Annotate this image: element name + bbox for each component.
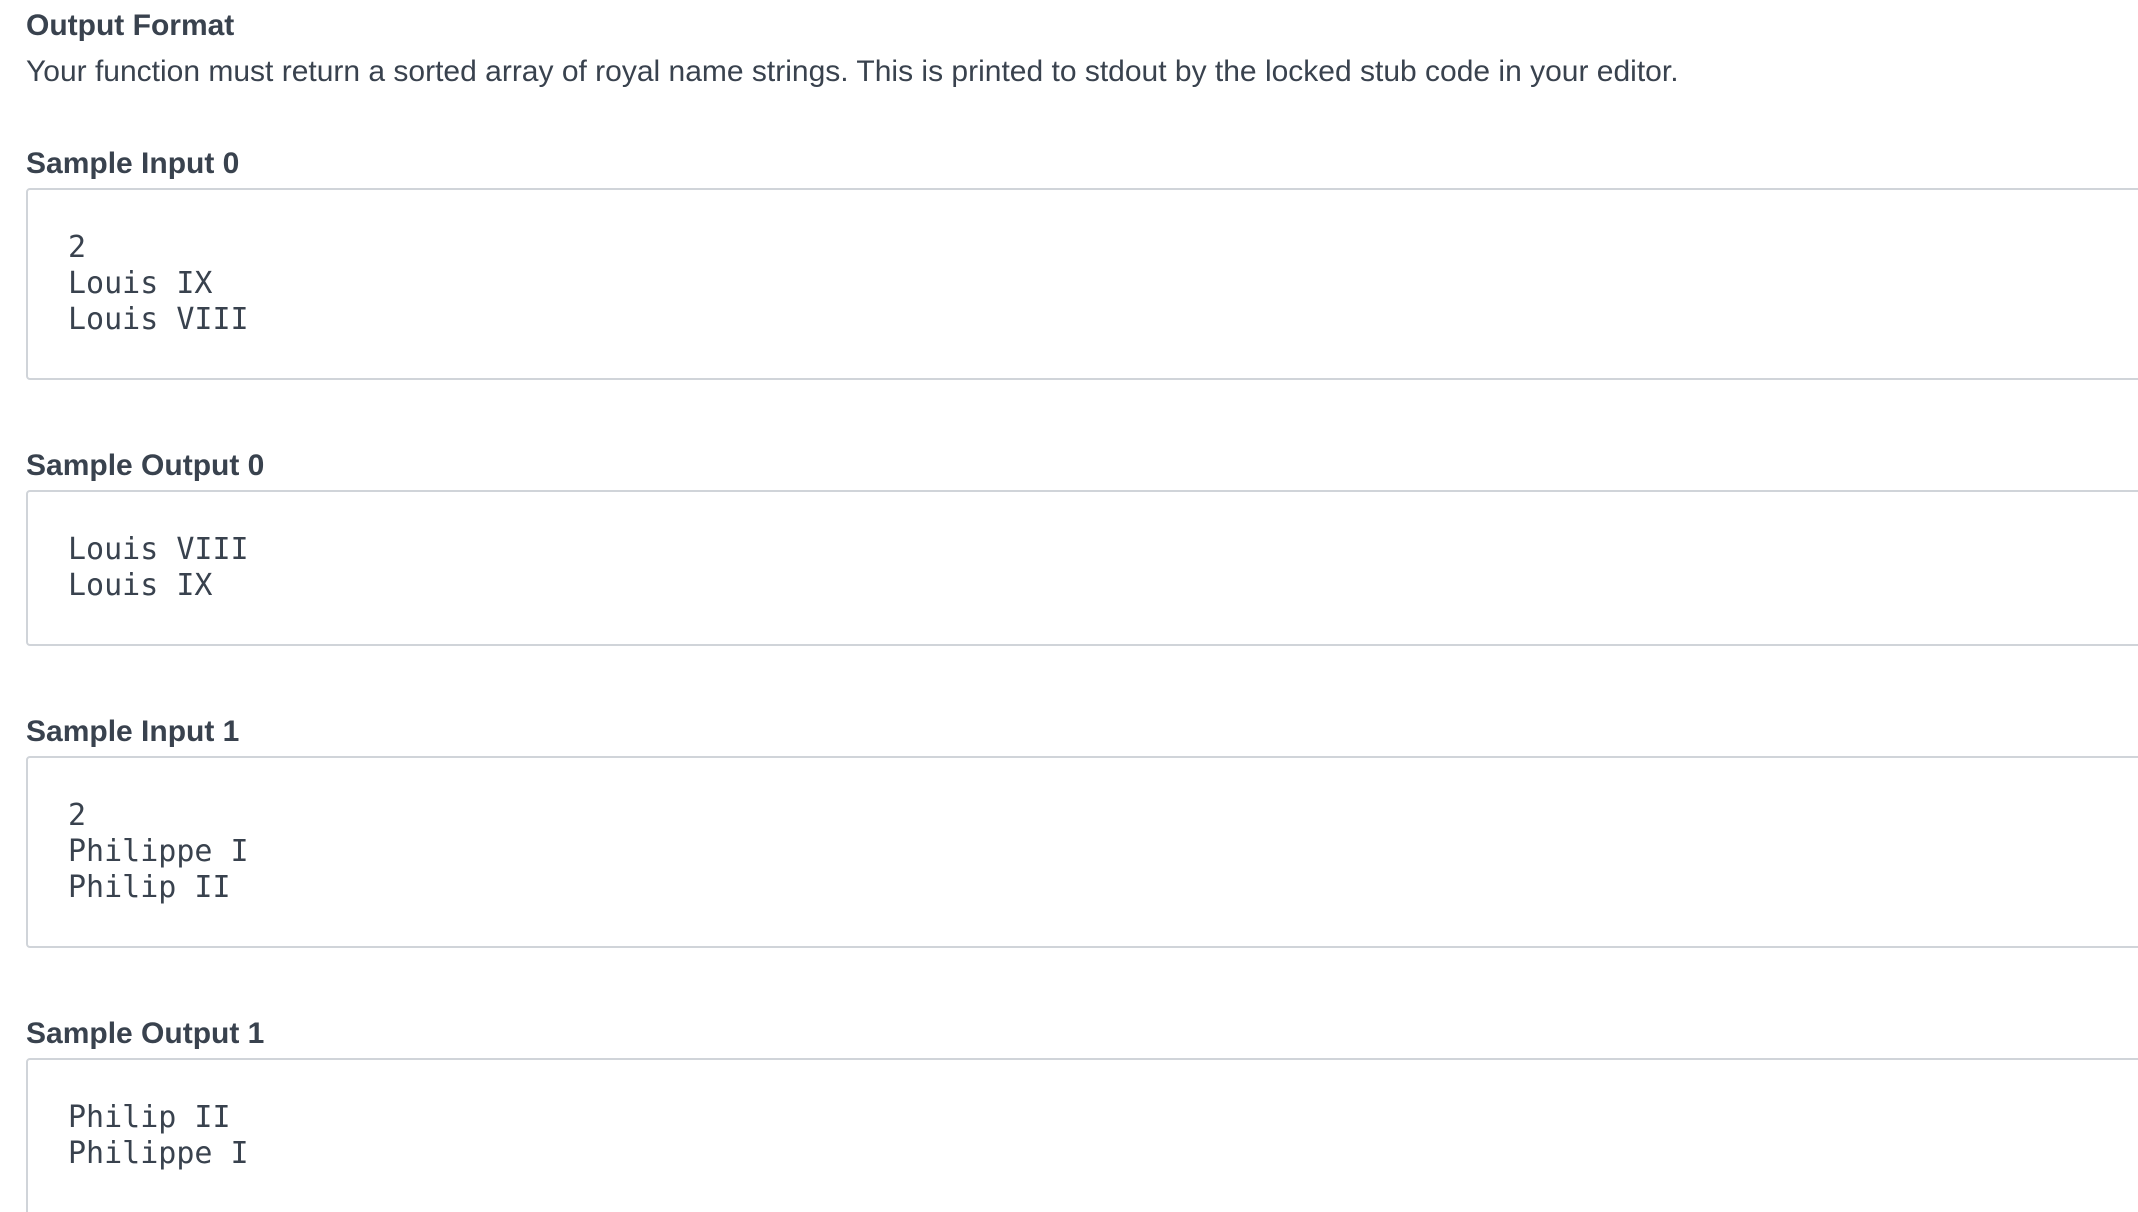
sample-input-1-heading: Sample Input 1 (26, 715, 240, 748)
code-line: Louis IX (68, 568, 213, 603)
sample-output-1-code-block: Philip II Philippe I (26, 1058, 2138, 1212)
code-line: 2 (68, 230, 87, 265)
sample-input-0-heading: Sample Input 0 (26, 147, 240, 180)
code-line: Philippe I (68, 1136, 249, 1171)
sample-output-1-heading: Sample Output 1 (26, 1017, 265, 1050)
code-line: Louis VIII (68, 302, 249, 337)
sample-output-0-heading: Sample Output 0 (26, 449, 265, 482)
output-format-heading: Output Format (26, 9, 235, 42)
sample-input-1-code-block: 2 Philippe I Philip II (26, 756, 2138, 948)
output-format-text: Your function must return a sorted array… (26, 55, 1679, 88)
sample-input-0-code-block: 2 Louis IX Louis VIII (26, 188, 2138, 380)
code-line: Louis VIII (68, 532, 249, 567)
code-line: Louis IX (68, 266, 213, 301)
code-line: Philip II (68, 870, 231, 905)
code-line: Philippe I (68, 834, 249, 869)
code-line: Philip II (68, 1100, 231, 1135)
code-line: 2 (68, 798, 87, 833)
sample-output-0-code-block: Louis VIII Louis IX (26, 490, 2138, 646)
problem-statement: Output Format Your function must return … (0, 0, 2138, 1212)
